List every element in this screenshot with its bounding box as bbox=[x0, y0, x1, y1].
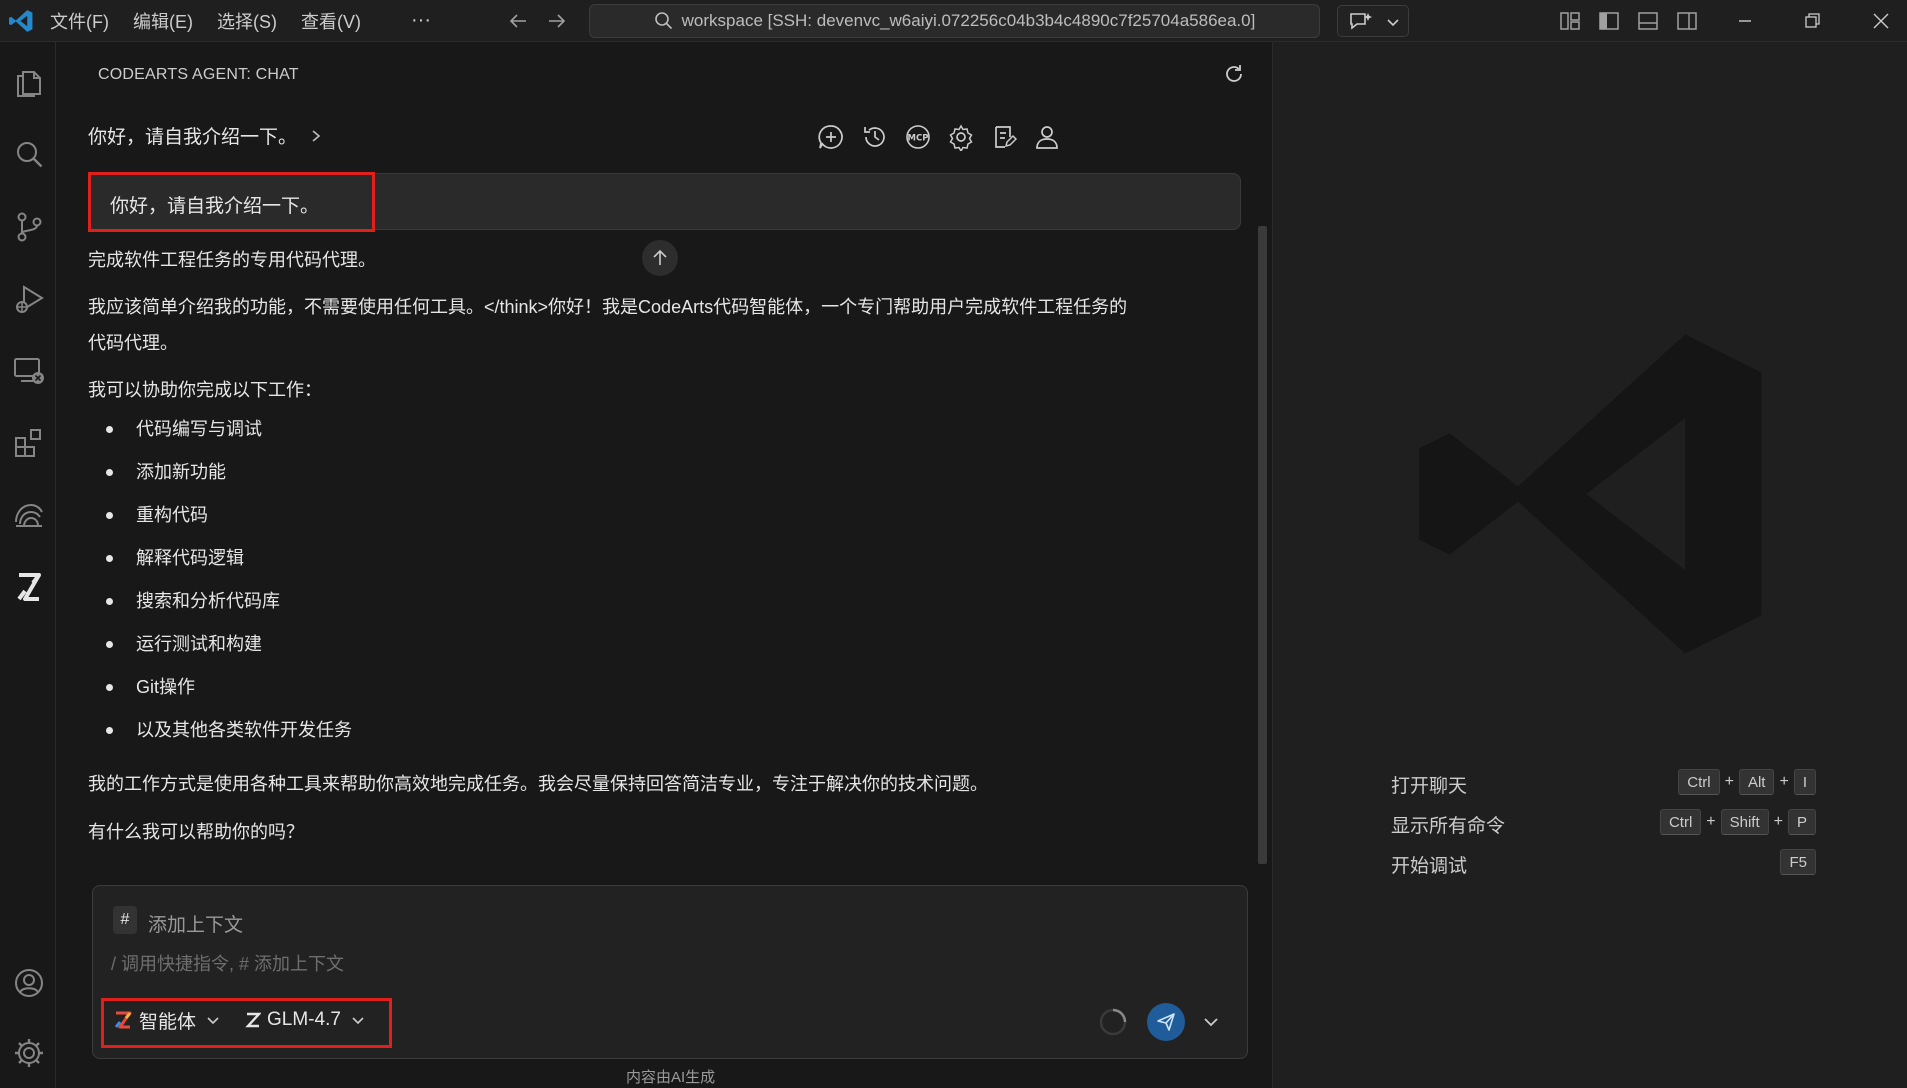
account-icon[interactable] bbox=[12, 966, 46, 1000]
key-cap: F5 bbox=[1780, 849, 1816, 875]
add-context-hash-button[interactable]: # bbox=[113, 906, 137, 934]
codearts-agent-icon[interactable] bbox=[12, 570, 46, 604]
close-icon[interactable] bbox=[1870, 10, 1892, 32]
panel-title: CODEARTS AGENT: CHAT bbox=[98, 66, 299, 83]
toggle-secondary-sidebar-icon[interactable] bbox=[1676, 10, 1698, 32]
vscode-logo-icon bbox=[8, 8, 34, 34]
annotation-highlight-selectors bbox=[101, 998, 392, 1048]
rules-notes-icon[interactable] bbox=[990, 123, 1018, 151]
history-icon[interactable] bbox=[861, 123, 889, 151]
key-cap: Ctrl bbox=[1678, 769, 1720, 795]
chat-message-input[interactable] bbox=[111, 949, 891, 979]
search-workspace-text: workspace [SSH: devenvc_w6aiyi.072256c04… bbox=[681, 11, 1256, 30]
search-icon[interactable] bbox=[12, 138, 46, 172]
chevron-right-icon bbox=[312, 129, 321, 142]
menu-bar: 文件(F) 编辑(E) 选择(S) 查看(V) bbox=[50, 0, 385, 42]
key-cap: I bbox=[1793, 769, 1816, 795]
activity-bar bbox=[0, 42, 56, 1088]
refresh-icon[interactable] bbox=[1222, 62, 1246, 86]
key-cap: P bbox=[1787, 809, 1816, 835]
key-cap: Alt bbox=[1738, 769, 1775, 795]
shortcut-show-all-commands: 显示所有命令 Ctrl + Shift + P bbox=[1391, 808, 1816, 838]
menu-selection[interactable]: 选择(S) bbox=[217, 8, 277, 34]
response-paragraph: 完成软件工程任务的专用代码代理。 bbox=[88, 250, 376, 270]
customize-layout-icon[interactable] bbox=[1559, 10, 1581, 32]
user-profile-icon[interactable] bbox=[1033, 123, 1061, 151]
conversation-title: 你好，请自我介绍一下。 bbox=[88, 127, 298, 148]
response-paragraph: 有什么我可以帮助你的吗？ bbox=[88, 822, 304, 842]
explorer-icon[interactable] bbox=[12, 66, 46, 100]
chevron-down-icon bbox=[1386, 15, 1400, 29]
remote-explorer-icon[interactable] bbox=[12, 354, 46, 388]
chat-scrollbar[interactable] bbox=[1258, 226, 1267, 864]
restore-icon[interactable] bbox=[1801, 10, 1823, 32]
title-bar: 文件(F) 编辑(E) 选择(S) 查看(V) ··· workspace [S… bbox=[0, 0, 1907, 42]
response-paragraph: 我可以协助你完成以下工作： bbox=[88, 380, 322, 400]
key-cap: Ctrl bbox=[1659, 809, 1702, 835]
new-chat-icon[interactable] bbox=[817, 123, 845, 151]
extensions-icon[interactable] bbox=[12, 426, 46, 460]
conversation-breadcrumb[interactable]: 你好，请自我介绍一下。 bbox=[88, 122, 323, 149]
codearts-cloud-icon[interactable] bbox=[12, 498, 46, 532]
send-button[interactable] bbox=[1147, 1003, 1185, 1041]
toggle-primary-sidebar-icon[interactable] bbox=[1598, 10, 1620, 32]
shortcut-open-chat: 打开聊天 Ctrl + Alt + I bbox=[1391, 768, 1816, 798]
shortcut-start-debugging: 开始调试 F5 bbox=[1391, 848, 1816, 878]
loading-spinner-icon bbox=[1098, 1007, 1128, 1037]
annotation-highlight-user-message bbox=[88, 172, 375, 232]
menu-file[interactable]: 文件(F) bbox=[50, 8, 109, 34]
editor-area: 打开聊天 Ctrl + Alt + I 显示所有命令 Ctrl + Shift + P … bbox=[1273, 42, 1907, 1088]
mcp-icon[interactable]: MCP bbox=[904, 123, 932, 151]
settings-icon[interactable] bbox=[947, 123, 975, 151]
chat-sparkle-icon bbox=[1348, 11, 1374, 33]
menu-edit[interactable]: 编辑(E) bbox=[133, 8, 193, 34]
settings-gear-icon[interactable] bbox=[12, 1036, 46, 1070]
back-arrow-icon[interactable] bbox=[506, 9, 530, 33]
menu-view[interactable]: 查看(V) bbox=[301, 8, 361, 34]
response-paragraph: 我应该简单介绍我的功能，不需要使用任何工具。</think>你好！我是CodeA… bbox=[88, 297, 1128, 317]
send-paper-plane-icon bbox=[1157, 1013, 1175, 1031]
source-control-icon[interactable] bbox=[12, 210, 46, 244]
svg-text:MCP: MCP bbox=[908, 134, 929, 144]
ai-generated-disclaimer: 内容由AI生成 bbox=[626, 1069, 716, 1086]
command-center-search[interactable]: workspace [SSH: devenvc_w6aiyi.072256c04… bbox=[589, 4, 1320, 38]
arrow-up-icon bbox=[653, 249, 667, 265]
add-context-label[interactable]: 添加上下文 bbox=[148, 910, 243, 937]
minimize-icon[interactable] bbox=[1734, 10, 1756, 32]
run-debug-icon[interactable] bbox=[12, 282, 46, 316]
more-menu-button[interactable]: ··· bbox=[408, 8, 434, 34]
search-icon bbox=[654, 11, 674, 31]
response-paragraph: 我的工作方式是使用各种工具来帮助你高效地完成任务。我会尽量保持回答简洁专业，专注… bbox=[88, 774, 988, 794]
toggle-panel-icon[interactable] bbox=[1637, 10, 1659, 32]
forward-arrow-icon[interactable] bbox=[545, 9, 569, 33]
send-options-chevron-icon[interactable] bbox=[1201, 1012, 1221, 1032]
key-cap: Shift bbox=[1720, 809, 1769, 835]
response-paragraph: 代码代理。 bbox=[88, 333, 178, 353]
chat-toggle-button[interactable] bbox=[1337, 5, 1409, 37]
vscode-watermark-logo-icon bbox=[1404, 304, 1784, 684]
scroll-to-top-button[interactable] bbox=[642, 240, 678, 276]
chat-panel: CODEARTS AGENT: CHAT 你好，请自我介绍一下。 MCP 你好，… bbox=[56, 42, 1273, 1088]
